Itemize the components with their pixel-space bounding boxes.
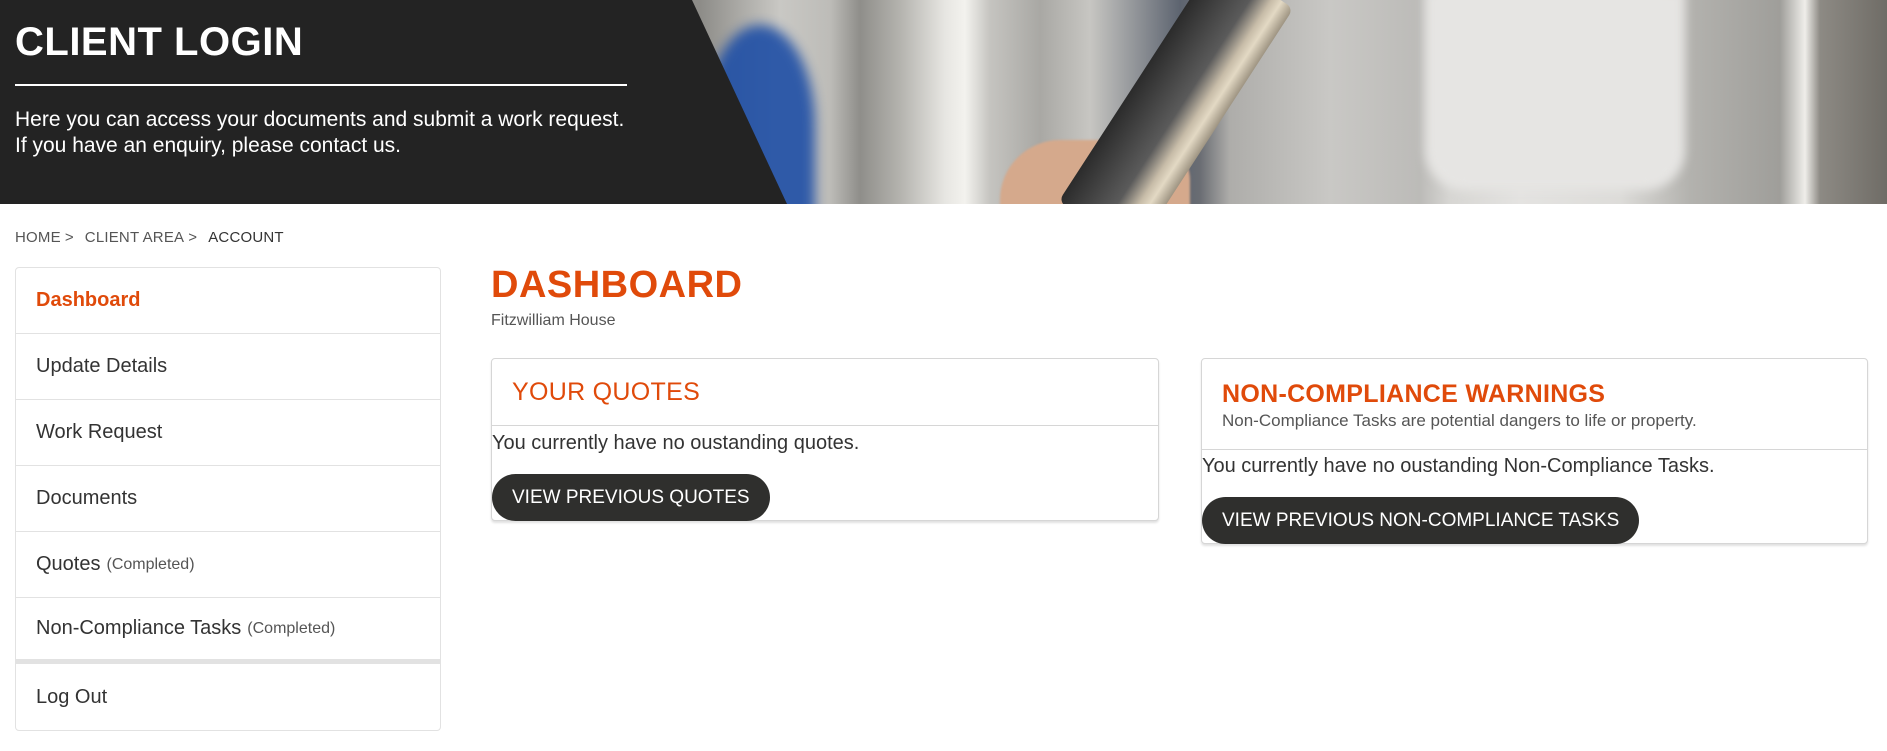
sidebar-item-documents[interactable]: Documents (16, 466, 440, 532)
breadcrumb-home[interactable]: HOME (15, 229, 61, 246)
page-title: DASHBOARD (491, 264, 743, 306)
view-previous-quotes-button[interactable]: VIEW PREVIOUS QUOTES (492, 474, 770, 521)
sidebar-item-label: Documents (36, 487, 138, 509)
sidebar-item-dashboard[interactable]: Dashboard (16, 268, 440, 334)
sidebar-item-note: (Completed) (106, 555, 195, 573)
breadcrumb-account: ACCOUNT (208, 229, 284, 246)
sidebar-item-log-out[interactable]: Log Out (16, 664, 440, 730)
quotes-card-title: YOUR QUOTES (512, 377, 701, 406)
hero-description: Here you can access your documents and s… (15, 108, 625, 157)
sidebar-item-work-request[interactable]: Work Request (16, 400, 440, 466)
quotes-card-body: You currently have no oustanding quotes.… (492, 429, 1158, 521)
hero-divider (15, 84, 627, 86)
sidebar-item-update-details[interactable]: Update Details (16, 334, 440, 400)
sidebar-nav: Dashboard Update Details Work Request Do… (15, 267, 441, 731)
breadcrumb: HOME > CLIENT AREA > ACCOUNT (15, 229, 284, 246)
hero-title: CLIENT LOGIN (15, 20, 304, 64)
hero-banner: CLIENT LOGIN Here you can access your do… (0, 0, 1887, 204)
non-compliance-card-subtitle: Non-Compliance Tasks are potential dange… (1222, 411, 1697, 430)
view-previous-non-compliance-tasks-button[interactable]: VIEW PREVIOUS NON-COMPLIANCE TASKS (1202, 497, 1640, 544)
hero-photo-tank (1425, 0, 1685, 190)
breadcrumb-separator: > (64, 229, 74, 246)
non-compliance-card-title: NON-COMPLIANCE WARNINGS (1222, 380, 1606, 408)
page-subtitle: Fitzwilliam House (491, 312, 616, 329)
breadcrumb-client-area[interactable]: CLIENT AREA (85, 229, 184, 246)
quotes-empty-message: You currently have no oustanding quotes. (492, 432, 860, 454)
sidebar-item-note: (Completed) (247, 619, 336, 637)
non-compliance-empty-message: You currently have no oustanding Non-Com… (1202, 455, 1715, 477)
sidebar-item-label: Work Request (36, 421, 163, 443)
sidebar-item-label: Dashboard (36, 289, 141, 311)
sidebar-item-label: Log Out (36, 685, 108, 708)
non-compliance-card: NON-COMPLIANCE WARNINGS Non-Compliance T… (1201, 358, 1868, 544)
sidebar-item-label: Update Details (36, 355, 168, 377)
sidebar-item-quotes[interactable]: Quotes (Completed) (16, 532, 440, 598)
breadcrumb-separator: > (188, 229, 198, 246)
quotes-card-header: YOUR QUOTES (492, 359, 1158, 426)
non-compliance-card-body: You currently have no oustanding Non-Com… (1202, 452, 1867, 544)
sidebar-item-label: Non-Compliance Tasks (36, 617, 242, 639)
sidebar-item-non-compliance-tasks[interactable]: Non-Compliance Tasks (Completed) (16, 598, 440, 664)
non-compliance-card-header: NON-COMPLIANCE WARNINGS Non-Compliance T… (1202, 359, 1867, 450)
sidebar-item-label: Quotes (36, 553, 101, 575)
quotes-card: YOUR QUOTES You currently have no oustan… (491, 358, 1159, 521)
